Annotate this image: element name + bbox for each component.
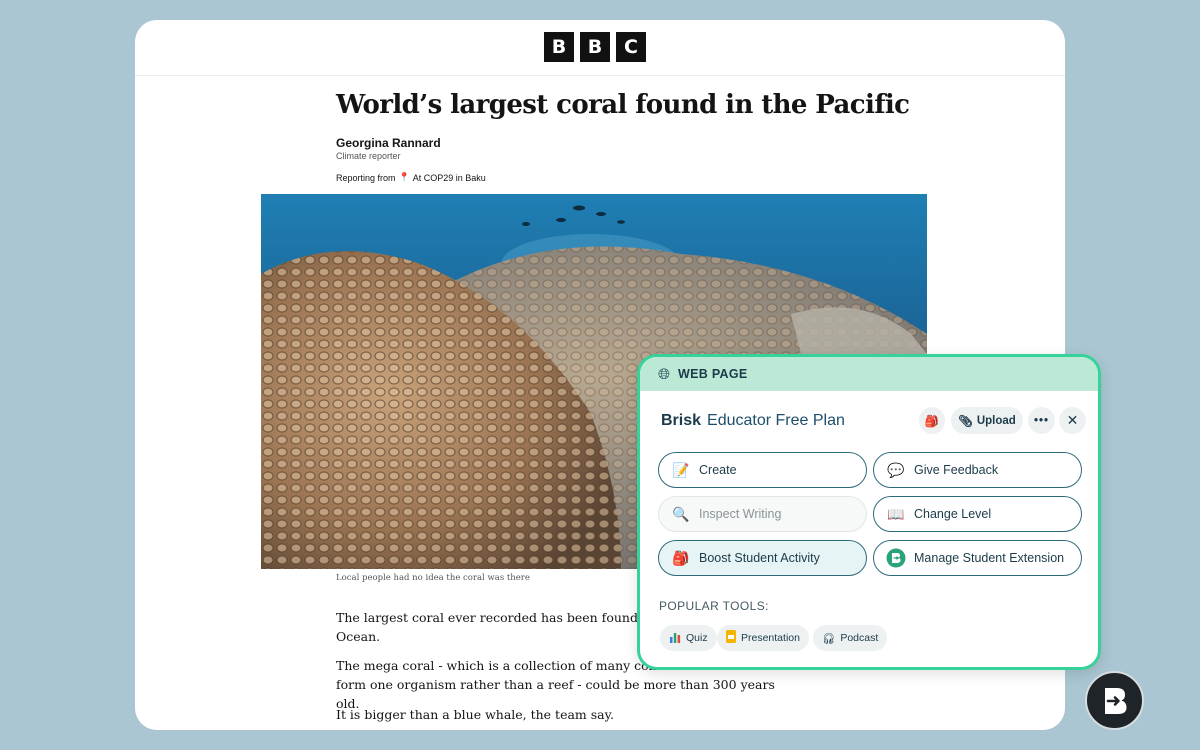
brisk-context-bar: 🌐︎ WEB PAGE	[640, 357, 1098, 391]
headphones-icon: 🎧︎	[822, 632, 836, 645]
tool-label: Manage Student Extension	[914, 551, 1065, 565]
article-paragraph: It is bigger than a blue whale, the team…	[336, 707, 614, 722]
slides-icon	[726, 630, 736, 646]
brisk-plan-title: Brisk Educator Free Plan	[661, 412, 845, 430]
brisk-panel: 🌐︎ WEB PAGE Brisk Educator Free Plan 🎒 📎…	[637, 354, 1101, 670]
presentation-chip[interactable]: Presentation	[717, 625, 809, 651]
reporting-from: Reporting from 📍 At COP29 in Baku	[336, 172, 486, 183]
tool-label: Create	[699, 463, 737, 477]
open-book-icon: 📖	[887, 505, 905, 522]
article-headline: World’s largest coral found in the Pacif…	[336, 90, 910, 120]
backpack-icon: 🎒	[672, 549, 690, 566]
manage-student-extension-button[interactable]: Manage Student Extension	[873, 540, 1082, 576]
logo-letter: B	[580, 32, 610, 62]
close-icon: ✕	[1066, 412, 1079, 428]
inspect-writing-button[interactable]: 🔍 Inspect Writing	[658, 496, 867, 532]
give-feedback-button[interactable]: 💬 Give Feedback	[873, 452, 1082, 488]
boost-student-activity-button[interactable]: 🎒 Boost Student Activity	[658, 540, 867, 576]
tool-label: Inspect Writing	[699, 507, 782, 521]
tool-label: Give Feedback	[914, 463, 999, 477]
paragraph-line: The mega coral - which is a collection o…	[336, 658, 680, 673]
create-button[interactable]: 📝 Create	[658, 452, 867, 488]
brisk-plan: Educator Free Plan	[707, 412, 845, 429]
brisk-extension-icon	[886, 548, 906, 568]
speech-bubble-icon: 💬	[887, 461, 905, 478]
ellipsis-icon: •••	[1033, 414, 1050, 427]
context-label: WEB PAGE	[678, 367, 748, 381]
globe-icon: 🌐︎	[658, 365, 671, 383]
logo-letter: C	[616, 32, 646, 62]
bbc-logo[interactable]: B B C	[544, 32, 646, 62]
close-button[interactable]: ✕	[1059, 407, 1086, 434]
memo-icon: 📝	[672, 461, 690, 478]
photo-caption: Local people had no idea the coral was t…	[336, 573, 530, 583]
chip-label: Podcast	[840, 632, 879, 644]
bar-chart-icon	[669, 631, 681, 646]
podcast-chip[interactable]: 🎧︎ Podcast	[813, 625, 888, 651]
brisk-brand: Brisk	[661, 412, 702, 429]
brisk-launcher-button[interactable]	[1085, 671, 1144, 730]
author-name[interactable]: Georgina Rannard	[336, 136, 441, 150]
magnifier-icon: 🔍	[672, 505, 690, 522]
logo-letter: B	[544, 32, 574, 62]
author-role: Climate reporter	[336, 151, 401, 161]
paperclip-icon: 📎︎	[958, 415, 973, 428]
reporting-location: At COP29 in Baku	[412, 172, 486, 183]
backpack-button[interactable]: 🎒	[919, 407, 945, 434]
brisk-logo-icon	[1104, 687, 1126, 714]
chip-label: Quiz	[686, 632, 708, 644]
masthead: B B C	[135, 20, 1065, 76]
quiz-chip[interactable]: Quiz	[660, 625, 717, 651]
upload-button[interactable]: 📎︎ Upload	[951, 407, 1023, 434]
change-level-button[interactable]: 📖 Change Level	[873, 496, 1082, 532]
chip-label: Presentation	[741, 632, 800, 644]
backpack-icon: 🎒	[924, 415, 940, 428]
reporting-prefix: Reporting from	[336, 172, 396, 183]
location-pin-icon: 📍	[398, 172, 410, 182]
tool-label: Boost Student Activity	[699, 551, 820, 565]
popular-tools-heading: POPULAR TOOLS:	[659, 599, 769, 613]
tool-label: Change Level	[914, 507, 992, 521]
more-options-button[interactable]: •••	[1028, 407, 1055, 434]
upload-label: Upload	[976, 414, 1016, 427]
paragraph-line: The largest coral ever recorded has been…	[336, 610, 668, 625]
paragraph-line: Ocean.	[336, 629, 381, 644]
